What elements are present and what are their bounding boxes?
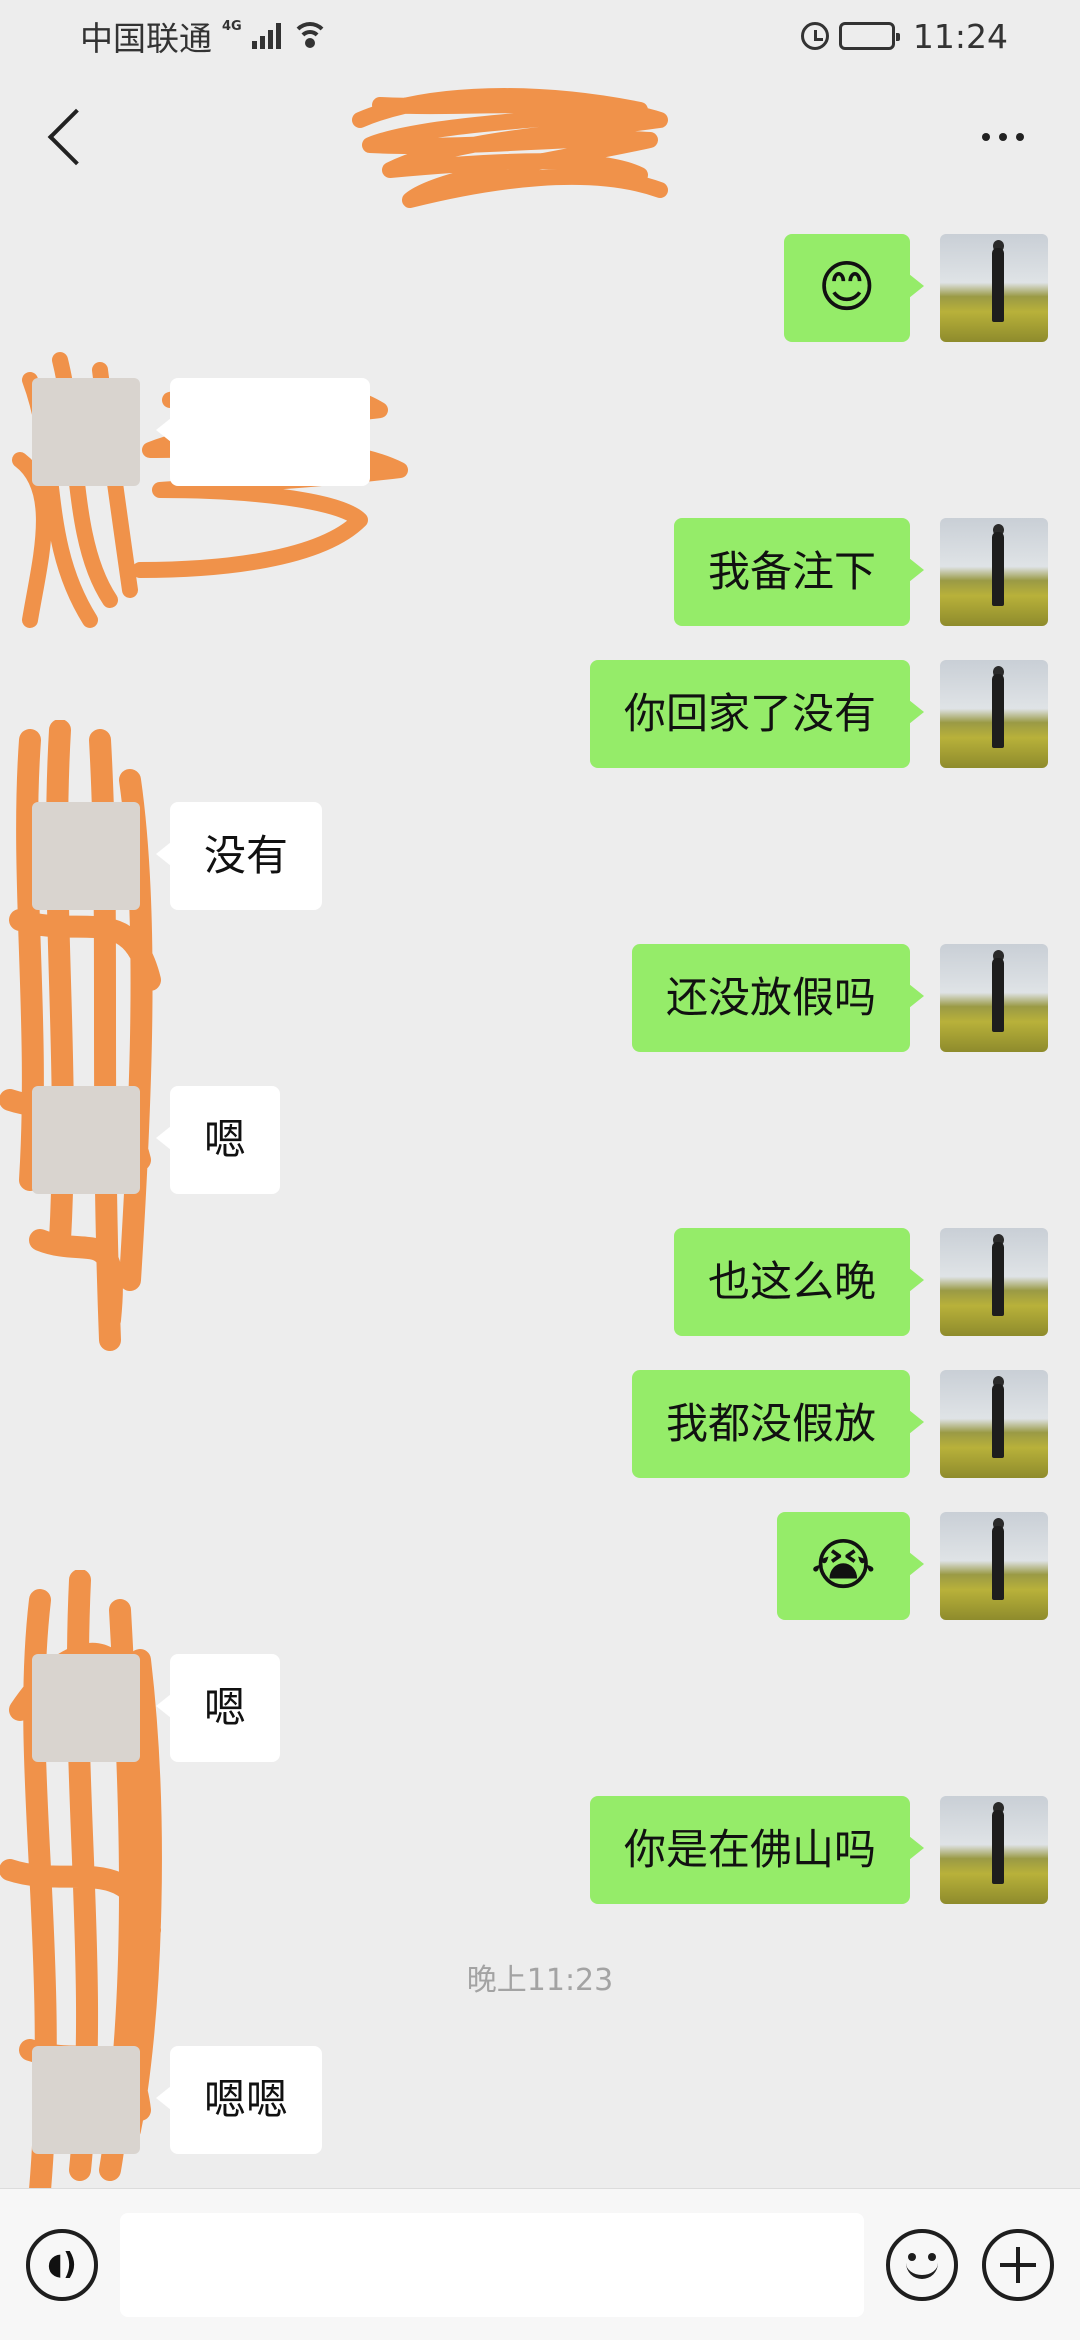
- status-right: 11:24: [800, 16, 1008, 56]
- message-text: 嗯: [204, 1683, 247, 1732]
- message-text: 我备注下: [707, 547, 876, 596]
- message-row-11: 嗯: [32, 1654, 281, 1762]
- message-row-8: 也这么晚: [673, 1228, 1048, 1336]
- my-avatar[interactable]: [940, 1512, 1048, 1620]
- message-row-13: 嗯嗯: [32, 2046, 323, 2154]
- message-row-10: 😭: [776, 1512, 1048, 1620]
- message-row-4: 你回家了没有: [589, 660, 1048, 768]
- message-bubble[interactable]: 你是在佛山吗: [589, 1796, 925, 1904]
- contact-avatar[interactable]: [32, 802, 140, 910]
- message-bubble[interactable]: 我都没假放: [631, 1370, 925, 1478]
- message-row-3: 我备注下: [673, 518, 1048, 626]
- message-bubble[interactable]: 你回家了没有: [589, 660, 925, 768]
- message-text: 嗯: [204, 1115, 247, 1164]
- carrier-name: 中国联通: [80, 19, 212, 58]
- message-text: 也这么晚: [707, 1257, 876, 1306]
- more-dots-icon[interactable]: [982, 133, 1024, 141]
- voice-icon: ◖): [47, 2246, 77, 2282]
- message-row-12: 你是在佛山吗: [589, 1796, 1048, 1904]
- message-bubble[interactable]: 我备注下: [673, 518, 925, 626]
- message-bubble[interactable]: [156, 378, 370, 486]
- battery-icon: [838, 22, 900, 50]
- message-text: 嗯嗯: [204, 2075, 289, 2124]
- message-text: 还没放假吗: [665, 973, 876, 1022]
- contact-avatar[interactable]: [32, 1654, 140, 1762]
- plus-icon[interactable]: [982, 2228, 1054, 2301]
- message-bubble[interactable]: 😭: [776, 1512, 925, 1620]
- network-type: 4G: [222, 18, 242, 34]
- contact-avatar[interactable]: [32, 378, 140, 486]
- smiling-emoji: 😊: [817, 255, 876, 320]
- status-left: 中国联通 4G: [80, 12, 329, 60]
- chat-header: [0, 72, 1080, 202]
- my-avatar[interactable]: [940, 518, 1048, 626]
- message-input[interactable]: [120, 2212, 864, 2317]
- message-bubble[interactable]: 嗯嗯: [155, 2046, 323, 2154]
- my-avatar[interactable]: [940, 1228, 1048, 1336]
- message-bubble[interactable]: 没有: [155, 802, 323, 910]
- message-timestamp: 晚上11:23: [466, 1963, 614, 1998]
- message-text: 你回家了没有: [623, 689, 876, 738]
- message-bubble[interactable]: 😊: [783, 234, 925, 342]
- my-avatar[interactable]: [940, 1796, 1048, 1904]
- wifi-icon: [290, 22, 329, 50]
- emoji-icon[interactable]: [886, 2228, 958, 2301]
- chevron-left-icon[interactable]: [47, 108, 105, 166]
- message-row-1: 😊: [783, 234, 1048, 342]
- contact-avatar[interactable]: [32, 2046, 140, 2154]
- message-bubble[interactable]: 嗯: [155, 1654, 281, 1762]
- my-avatar[interactable]: [940, 944, 1048, 1052]
- message-bubble[interactable]: 嗯: [155, 1086, 281, 1194]
- message-row-6: 还没放假吗: [631, 944, 1048, 1052]
- message-row-9: 我都没假放: [631, 1370, 1048, 1478]
- message-text: 你是在佛山吗: [623, 1825, 876, 1874]
- message-row-5: 没有: [32, 802, 323, 910]
- message-row-2: [32, 378, 370, 486]
- my-avatar[interactable]: [940, 1370, 1048, 1478]
- my-avatar[interactable]: [940, 234, 1048, 342]
- status-bar: 中国联通 4G 11:24: [0, 0, 1080, 72]
- contact-avatar[interactable]: [32, 1086, 140, 1194]
- my-avatar[interactable]: [940, 660, 1048, 768]
- clock: 11:24: [912, 16, 1008, 56]
- message-bubble[interactable]: 也这么晚: [673, 1228, 925, 1336]
- voice-button[interactable]: ◖): [26, 2228, 98, 2301]
- chat-input-bar: ◖): [0, 2188, 1080, 2340]
- alarm-icon: [800, 22, 829, 50]
- signal-icon: [251, 23, 281, 49]
- message-text: 没有: [204, 831, 289, 880]
- message-bubble[interactable]: 还没放假吗: [631, 944, 925, 1052]
- crying-emoji: 😭: [810, 1533, 876, 1598]
- message-row-7: 嗯: [32, 1086, 281, 1194]
- message-text: 我都没假放: [665, 1399, 876, 1448]
